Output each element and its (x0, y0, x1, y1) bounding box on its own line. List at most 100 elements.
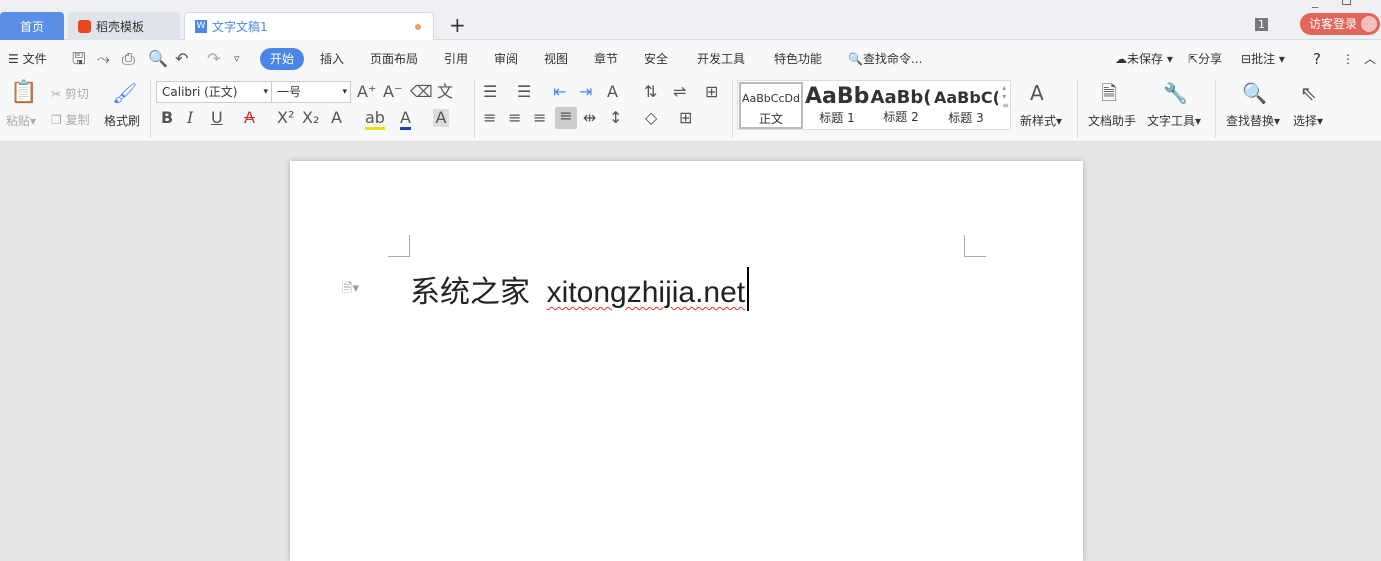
comment-button[interactable]: ⊟批注 ▾ (1241, 48, 1285, 70)
menu-tab-insert[interactable]: 插入 (320, 48, 344, 70)
style-heading3-preview: AaBbC( (934, 88, 998, 107)
unsaved-dot-icon (415, 24, 421, 30)
phonetic-guide-icon[interactable]: 文 (437, 83, 453, 101)
numbered-list-icon[interactable]: ☰ (517, 83, 531, 101)
paste-label: 粘贴 (6, 114, 31, 128)
style-heading1[interactable]: AaBb 标题 1 (805, 82, 869, 129)
writer-icon: W (195, 20, 207, 33)
style-heading2-preview: AaBb( (870, 87, 932, 108)
superscript-icon[interactable]: X² (277, 109, 294, 127)
login-button[interactable]: 访客登录 (1300, 13, 1380, 35)
menu-tab-chapter[interactable]: 章节 (594, 48, 618, 70)
style-heading3[interactable]: AaBbC(标题 3 (934, 82, 998, 129)
file-label: 文件 (22, 52, 47, 66)
menu-tab-security[interactable]: 安全 (644, 48, 668, 70)
text-tools-button[interactable]: 文字工具▾ (1147, 112, 1201, 129)
share-button[interactable]: ⇱分享 (1188, 48, 1222, 70)
increase-indent-icon[interactable]: ⇥ (579, 83, 592, 101)
distribute-icon[interactable]: ⇹ (583, 109, 596, 127)
style-heading2-label: 标题 2 (883, 110, 919, 124)
align-left-icon[interactable]: ≡ (483, 109, 496, 127)
find-replace-label: 查找替换 (1226, 114, 1275, 128)
maximize-button[interactable] (1342, 0, 1351, 5)
help-button[interactable]: ? (1313, 48, 1321, 70)
print-preview-icon[interactable]: 🔍 (148, 50, 168, 68)
style-normal[interactable]: AaBbCcDd 正文 (739, 82, 803, 129)
bullet-list-icon[interactable]: ☰ (483, 83, 497, 101)
paste-icon[interactable]: 📋 (10, 82, 37, 104)
format-painter-button[interactable]: 格式刷 (104, 112, 140, 129)
align-center-icon[interactable]: ≡ (508, 109, 521, 127)
style-heading2[interactable]: AaBb( 标题 2 (869, 82, 933, 129)
tab-template[interactable]: 稻壳模板 (68, 12, 180, 40)
menu-tab-layout[interactable]: 页面布局 (370, 48, 418, 70)
more-options-icon[interactable]: ⋮ (1342, 48, 1354, 70)
print-icon[interactable]: ⎙ (122, 50, 135, 68)
style-normal-label: 正文 (758, 112, 783, 126)
grow-font-icon[interactable]: A⁺ (357, 83, 376, 101)
font-color-icon[interactable]: A (400, 109, 411, 130)
justify-icon[interactable]: ≡ (555, 107, 577, 129)
menu-tab-developer[interactable]: 开发工具 (697, 48, 745, 70)
clear-format-icon[interactable]: ⌫ (410, 83, 433, 101)
docer-icon (78, 19, 91, 33)
underline-icon[interactable]: U (211, 109, 223, 127)
italic-icon[interactable]: I (187, 109, 193, 127)
paragraph-handle-icon[interactable]: 🗎▾ (342, 279, 359, 301)
new-style-label: 新样式 (1020, 114, 1057, 128)
highlight-icon[interactable]: ab (365, 109, 385, 130)
borders-icon[interactable]: ⊞ (679, 109, 692, 127)
menu-tab-references[interactable]: 引用 (444, 48, 468, 70)
tab-home[interactable]: 首页 (0, 12, 64, 40)
document-text[interactable]: 系统之家 xitongzhijia.net (410, 267, 750, 311)
doc-helper-button[interactable]: 文档助手 (1088, 112, 1136, 129)
tab-document[interactable]: W 文字文稿1 (184, 12, 434, 40)
subscript-icon[interactable]: X₂ (302, 109, 319, 127)
new-style-icon: A (1030, 81, 1044, 105)
strikethrough-icon[interactable]: A (244, 109, 255, 127)
menu-tab-review[interactable]: 审阅 (494, 48, 518, 70)
text-direction-icon[interactable]: A (607, 83, 618, 101)
align-right-icon[interactable]: ≡ (533, 109, 546, 127)
char-shading-icon[interactable]: A (433, 109, 449, 127)
command-search[interactable]: 🔍查找命令... (848, 48, 922, 70)
more-icon[interactable]: ▿ (234, 50, 240, 68)
font-size-select[interactable]: 一号 ▾ (271, 81, 351, 103)
file-menu[interactable]: ☰ 文件 (8, 48, 47, 70)
text-chinese: 系统之家 (410, 275, 530, 310)
new-style-button[interactable]: 新样式▾ (1020, 112, 1062, 129)
copy-button[interactable]: ❐ 复制 (51, 111, 90, 128)
collapse-ribbon-icon[interactable]: ︿ (1364, 48, 1376, 70)
menu-tab-features[interactable]: 特色功能 (774, 48, 822, 70)
shading-icon[interactable]: ◇ (645, 109, 657, 127)
export-icon[interactable]: ⤳ (97, 50, 110, 68)
wrench-icon: 🔧 (1163, 81, 1188, 105)
copy-label: 复制 (65, 113, 90, 127)
window-count-badge[interactable]: 1 (1255, 18, 1268, 31)
minimize-button[interactable]: _ (1312, 0, 1318, 8)
style-scroll-icon[interactable]: ▴ ▾ ≡ (1002, 83, 1009, 110)
redo-icon[interactable]: ↷ (207, 50, 220, 68)
menu-tab-start[interactable]: 开始 (260, 48, 305, 70)
cut-button[interactable]: ✂ 剪切 (51, 85, 89, 102)
bold-icon[interactable]: B (161, 109, 173, 127)
decrease-indent-icon[interactable]: ⇤ (553, 83, 566, 101)
select-label: 选择 (1293, 114, 1318, 128)
unsaved-button[interactable]: ☁未保存 ▾ (1115, 48, 1173, 70)
font-name-select[interactable]: Calibri (正文) ▾ (156, 81, 272, 103)
style-normal-preview: AaBbCcDd (742, 92, 800, 105)
shrink-font-icon[interactable]: A⁻ (383, 83, 402, 101)
undo-icon[interactable]: ↶ (175, 50, 188, 68)
save-icon[interactable]: 🖫 (72, 50, 86, 68)
new-tab-button[interactable]: + (449, 13, 466, 37)
line-spacing-icon[interactable]: ↕ (609, 109, 622, 127)
find-replace-button[interactable]: 查找替换▾ (1226, 112, 1280, 129)
table-border-icon[interactable]: ⊞ (705, 83, 718, 101)
document-page[interactable]: 🗎▾ 系统之家 xitongzhijia.net (290, 161, 1083, 561)
sort-icon[interactable]: ⇅ (644, 83, 657, 101)
paste-button[interactable]: 粘贴▾ (6, 112, 36, 129)
menu-tab-view[interactable]: 视图 (544, 48, 568, 70)
line-break-icon[interactable]: ⇌ (673, 83, 686, 101)
select-button[interactable]: 选择▾ (1293, 112, 1323, 129)
text-effect-icon[interactable]: A (331, 109, 342, 127)
